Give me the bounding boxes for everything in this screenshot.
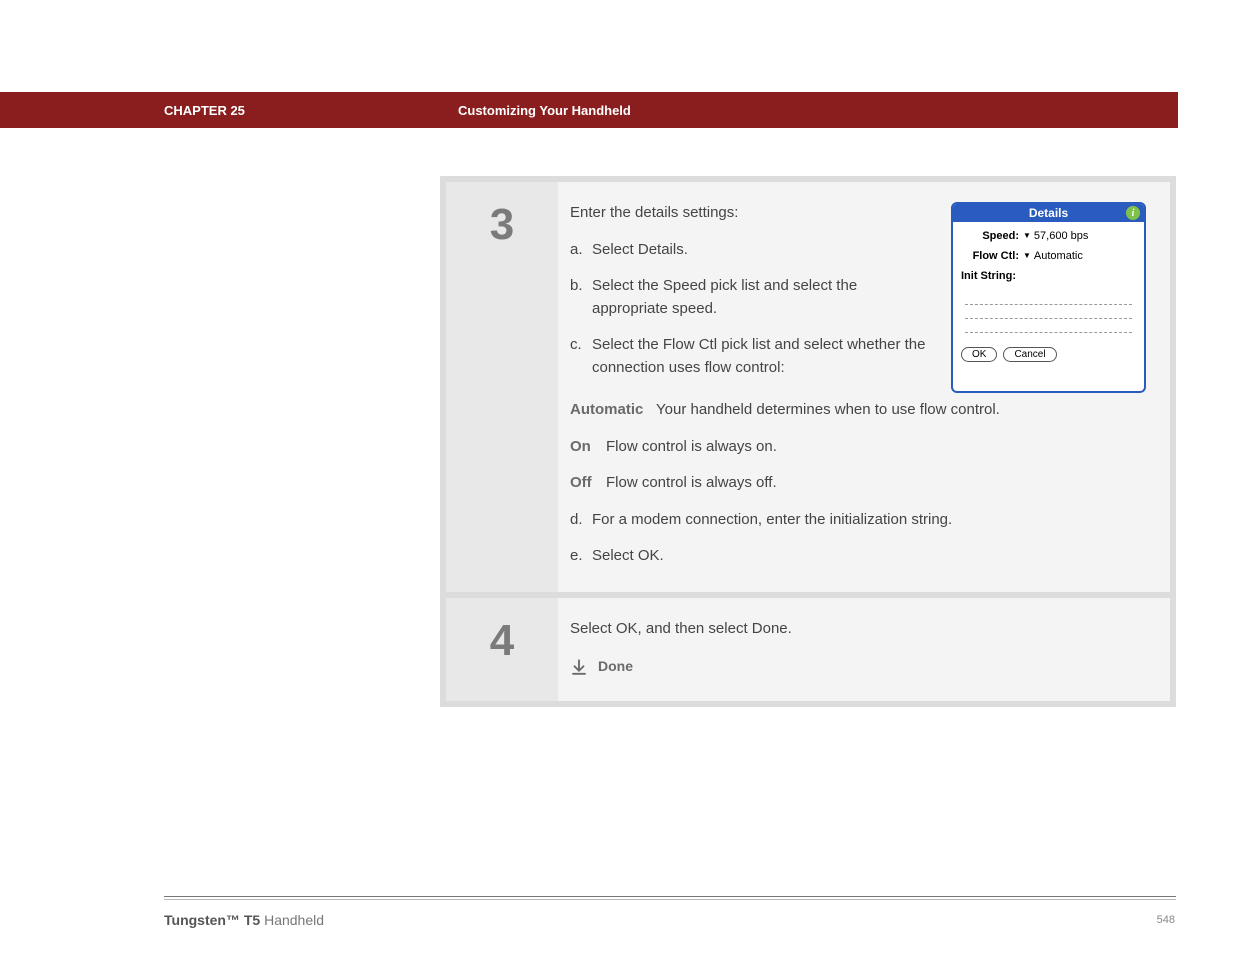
cancel-button[interactable]: Cancel bbox=[1003, 347, 1056, 362]
chapter-bar: CHAPTER 25 Customizing Your Handheld bbox=[0, 92, 1178, 128]
step3-item-b: b. Select the Speed pick list and select… bbox=[570, 275, 931, 320]
footer-product-bold: Tungsten™ T5 bbox=[164, 912, 260, 928]
flowctl-row: Flow Ctl: ▼ Automatic bbox=[961, 248, 1136, 265]
option-on: On Flow control is always on. bbox=[570, 436, 1146, 459]
option-text: Your handheld determines when to use flo… bbox=[656, 399, 1000, 422]
option-off: Off Flow control is always off. bbox=[570, 472, 1146, 495]
chevron-down-icon[interactable]: ▼ bbox=[1023, 230, 1031, 242]
chapter-title: Customizing Your Handheld bbox=[458, 103, 631, 118]
instruction-block: 3 Enter the details settings: a. Select … bbox=[440, 176, 1176, 707]
chevron-down-icon[interactable]: ▼ bbox=[1023, 250, 1031, 262]
option-label: Automatic bbox=[570, 399, 656, 422]
option-text: Flow control is always on. bbox=[606, 436, 777, 459]
speed-value[interactable]: 57,600 bps bbox=[1034, 228, 1088, 245]
init-string-field[interactable] bbox=[965, 291, 1132, 333]
dialog-titlebar: Details i bbox=[953, 204, 1144, 222]
list-text: For a modem connection, enter the initia… bbox=[592, 509, 1146, 532]
footer-rule bbox=[164, 896, 1176, 897]
init-string-label: Init String: bbox=[961, 268, 1136, 285]
list-letter: b. bbox=[570, 275, 592, 320]
step4-text: Select OK, and then select Done. bbox=[570, 618, 1146, 641]
list-letter: d. bbox=[570, 509, 592, 532]
step3-item-c: c. Select the Flow Ctl pick list and sel… bbox=[570, 334, 931, 379]
step-4: 4 Select OK, and then select Done. Done bbox=[446, 598, 1170, 702]
option-label: On bbox=[570, 436, 606, 459]
footer-product: Tungsten™ T5 Handheld bbox=[164, 912, 324, 928]
arrow-down-icon bbox=[570, 658, 588, 676]
list-text: Select the Speed pick list and select th… bbox=[592, 275, 931, 320]
step3-item-d: d. For a modem connection, enter the ini… bbox=[570, 509, 1146, 532]
list-letter: c. bbox=[570, 334, 592, 379]
details-dialog: Details i Speed: ▼ 57,600 bps Flow Ctl: … bbox=[951, 202, 1146, 393]
flowctl-label: Flow Ctl: bbox=[961, 248, 1019, 265]
step3-intro: Enter the details settings: bbox=[570, 202, 931, 225]
dialog-title: Details bbox=[1029, 204, 1068, 222]
info-icon[interactable]: i bbox=[1126, 206, 1140, 220]
chapter-number: CHAPTER 25 bbox=[164, 103, 245, 118]
done-row: Done bbox=[570, 656, 1146, 677]
page-number: 548 bbox=[1157, 914, 1175, 926]
step-body: Select OK, and then select Done. Done bbox=[558, 598, 1170, 702]
speed-label: Speed: bbox=[961, 228, 1019, 245]
step3-item-e: e. Select OK. bbox=[570, 545, 1146, 568]
step-3: 3 Enter the details settings: a. Select … bbox=[446, 182, 1170, 592]
step3-item-a: a. Select Details. bbox=[570, 239, 931, 262]
option-automatic: Automatic Your handheld determines when … bbox=[570, 399, 1146, 422]
option-text: Flow control is always off. bbox=[606, 472, 777, 495]
footer-product-rest: Handheld bbox=[260, 912, 324, 928]
list-letter: a. bbox=[570, 239, 592, 262]
step-number: 4 bbox=[490, 616, 514, 666]
footer-rule bbox=[164, 899, 1176, 900]
done-label: Done bbox=[598, 656, 633, 677]
list-text: Select the Flow Ctl pick list and select… bbox=[592, 334, 931, 379]
step-number: 3 bbox=[490, 200, 514, 250]
step-number-cell: 4 bbox=[446, 598, 558, 702]
ok-button[interactable]: OK bbox=[961, 347, 997, 362]
step-body: Enter the details settings: a. Select De… bbox=[558, 182, 1170, 592]
step-number-cell: 3 bbox=[446, 182, 558, 592]
option-label: Off bbox=[570, 472, 606, 495]
flowctl-value[interactable]: Automatic bbox=[1034, 248, 1083, 265]
dialog-body: Speed: ▼ 57,600 bps Flow Ctl: ▼ Automati… bbox=[953, 222, 1144, 372]
speed-row: Speed: ▼ 57,600 bps bbox=[961, 228, 1136, 245]
list-text: Select OK. bbox=[592, 545, 1146, 568]
list-text: Select Details. bbox=[592, 239, 931, 262]
dialog-buttons: OK Cancel bbox=[961, 347, 1136, 362]
list-letter: e. bbox=[570, 545, 592, 568]
